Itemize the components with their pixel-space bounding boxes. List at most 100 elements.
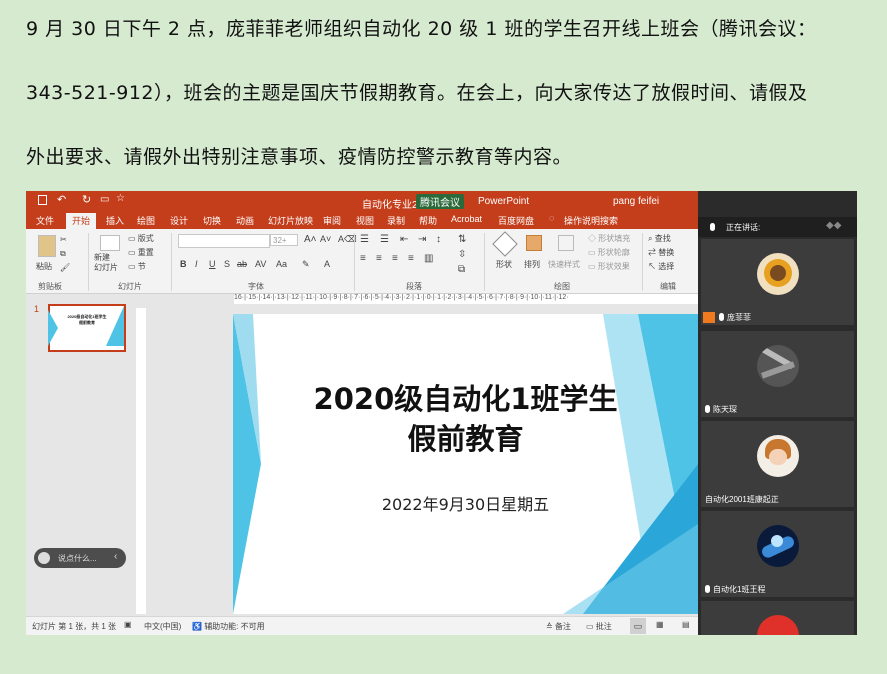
shape-button[interactable]: 形状 xyxy=(496,259,512,270)
reset-label: 重置 xyxy=(137,248,154,257)
tab-file[interactable]: 文件 xyxy=(36,214,54,227)
reset-button[interactable]: ▭ 重置 xyxy=(128,247,154,258)
font-shrink-icon[interactable]: A˅ xyxy=(320,234,331,244)
increase-indent-icon[interactable]: ⇥ xyxy=(418,234,426,245)
avatar xyxy=(757,615,799,635)
tab-transitions[interactable]: 切换 xyxy=(203,214,221,227)
strike-icon[interactable]: ab xyxy=(237,259,247,269)
tab-insert[interactable]: 插入 xyxy=(106,214,124,227)
meeting-badge-label: 腾讯会议 xyxy=(420,198,460,209)
font-color-icon[interactable]: A xyxy=(324,259,330,269)
notes-label: 备注 xyxy=(554,622,571,631)
align-right-icon[interactable]: ≡ xyxy=(392,253,398,264)
quick-styles-button[interactable]: 快速样式 xyxy=(548,259,580,270)
tell-me-search[interactable]: 操作说明搜索 xyxy=(564,214,618,227)
bullets-icon[interactable]: ☰ xyxy=(360,234,369,245)
status-bar: 幻灯片 第 1 张，共 1 张 ▣ 中文(中国) ♿ 辅助功能: 不可用 ≙ 备… xyxy=(26,616,698,635)
spellcheck-icon[interactable]: ▣ xyxy=(124,620,132,629)
smartart-icon[interactable]: ⧉ xyxy=(458,264,465,275)
tab-acrobat[interactable]: Acrobat xyxy=(451,214,482,224)
line-spacing-icon[interactable]: ↕ xyxy=(436,234,441,245)
shape-effect-label: 形状效果 xyxy=(597,262,630,271)
shape-icon[interactable] xyxy=(492,231,518,257)
slide-sorter-icon[interactable]: ▦ xyxy=(656,620,664,629)
change-case-icon[interactable]: Aa xyxy=(276,259,287,269)
tab-home[interactable]: 开始 xyxy=(66,213,97,229)
normal-view-icon[interactable]: ▭ xyxy=(630,618,646,634)
arrange-button[interactable]: 排列 xyxy=(524,259,540,270)
columns-icon[interactable]: ▥ xyxy=(424,253,433,264)
participant-name: 陈天琛 xyxy=(705,404,737,415)
tab-slideshow[interactable]: 幻灯片放映 xyxy=(268,214,313,227)
arrange-icon[interactable] xyxy=(526,235,542,251)
format-painter-icon[interactable]: 🖌 xyxy=(60,263,70,272)
participant-tile[interactable]: 自动化1班王程 xyxy=(701,511,854,597)
new-slide-button[interactable]: 新建 幻灯片 xyxy=(94,253,118,273)
tab-design[interactable]: 设计 xyxy=(170,214,188,227)
tab-view[interactable]: 视图 xyxy=(356,214,374,227)
participant-tile[interactable]: 庞菲菲 xyxy=(701,239,854,325)
notes-button[interactable]: ≙ 备注 xyxy=(546,621,571,632)
layout-button[interactable]: ▭ 版式 xyxy=(128,233,154,244)
tab-review[interactable]: 审阅 xyxy=(323,214,341,227)
font-family-select[interactable] xyxy=(178,234,270,248)
slide-title-line-1: 2020级自动化1班学生 xyxy=(313,382,618,416)
underline-icon[interactable]: U xyxy=(209,259,216,269)
participant-tile-partial[interactable] xyxy=(701,601,854,635)
quick-styles-icon[interactable] xyxy=(558,235,574,251)
copy-icon[interactable]: ⧉ xyxy=(60,249,66,259)
align-text-icon[interactable]: ⇳ xyxy=(458,249,466,260)
tab-draw[interactable]: 绘图 xyxy=(137,214,155,227)
mic-icon xyxy=(719,313,724,321)
speaking-bar: 正在讲话: ◆◆ xyxy=(698,217,857,237)
bold-icon[interactable]: B xyxy=(180,259,187,269)
replace-button[interactable]: ⇄ 替换 xyxy=(648,247,674,258)
shadow-icon[interactable]: S xyxy=(224,259,230,269)
highlight-icon[interactable]: ✎ xyxy=(302,259,310,270)
tab-baidu-netdisk[interactable]: 百度网盘 xyxy=(498,214,534,227)
tab-help[interactable]: 帮助 xyxy=(419,214,437,227)
new-slide-icon[interactable] xyxy=(100,235,120,251)
justify-icon[interactable]: ≡ xyxy=(408,253,414,264)
shape-fill-button[interactable]: ◇ 形状填充 xyxy=(588,233,630,244)
font-grow-icon[interactable]: A˄ xyxy=(304,234,317,245)
cut-icon[interactable]: ✂ xyxy=(60,235,67,244)
reading-view-icon[interactable]: ▤ xyxy=(682,620,690,629)
shape-effect-button[interactable]: ▭ 形状效果 xyxy=(588,261,630,272)
paste-button[interactable]: 粘贴 xyxy=(36,261,52,272)
italic-icon[interactable]: I xyxy=(195,259,198,269)
accessibility-status[interactable]: ♿ 辅助功能: 不可用 xyxy=(192,621,265,632)
paste-icon[interactable] xyxy=(38,235,56,257)
select-button[interactable]: ↖ 选择 xyxy=(648,261,674,272)
align-center-icon[interactable]: ≡ xyxy=(376,253,382,264)
shape-outline-button[interactable]: ▭ 形状轮廓 xyxy=(588,247,630,258)
decrease-indent-icon[interactable]: ⇤ xyxy=(400,234,408,245)
participant-tile[interactable]: 陈天琛 xyxy=(701,331,854,417)
slide-thumbnail[interactable]: 2020级自动化1班学生 假前教育 xyxy=(48,304,126,352)
comments-button[interactable]: ▭ 批注 xyxy=(586,621,612,632)
char-spacing-icon[interactable]: AV xyxy=(255,259,266,269)
find-button[interactable]: ⌕ 查找 xyxy=(648,233,671,244)
font-size-select[interactable]: 32+ xyxy=(270,234,298,246)
comment-box[interactable]: 说点什么... ‹ xyxy=(34,548,126,568)
align-left-icon[interactable]: ≡ xyxy=(360,253,366,264)
undo-icon[interactable]: ↶ xyxy=(57,193,66,206)
tab-record[interactable]: 录制 xyxy=(387,214,405,227)
section-button[interactable]: ▭ 节 xyxy=(128,261,146,272)
present-icon[interactable]: ▭ xyxy=(100,194,109,205)
comment-collapse-icon[interactable]: ‹ xyxy=(114,551,117,562)
numbering-icon[interactable]: ☰ xyxy=(380,234,389,245)
redo-icon[interactable]: ↻ xyxy=(82,193,91,206)
participant-tile[interactable]: 自动化2001班康起正 xyxy=(701,421,854,507)
expand-icon[interactable]: ◆◆ xyxy=(826,220,841,231)
user-name: pang feifei xyxy=(613,196,660,207)
star-icon[interactable]: ☆ xyxy=(116,193,125,204)
save-icon[interactable] xyxy=(38,195,47,205)
slide-canvas[interactable]: 2020级自动化1班学生 假前教育 2022年9月30日星期五 xyxy=(233,314,698,614)
language[interactable]: 中文(中国) xyxy=(144,621,181,632)
meeting-screenshot: ↶ ↻ ▭ ☆ 自动化专业20... 腾讯会议 PowerPoint pang … xyxy=(26,191,857,635)
speaking-label: 正在讲话: xyxy=(726,223,761,232)
text-direction-icon[interactable]: ⇅ xyxy=(458,234,466,245)
shape-fill-label: 形状填充 xyxy=(598,234,631,243)
tab-animations[interactable]: 动画 xyxy=(236,214,254,227)
